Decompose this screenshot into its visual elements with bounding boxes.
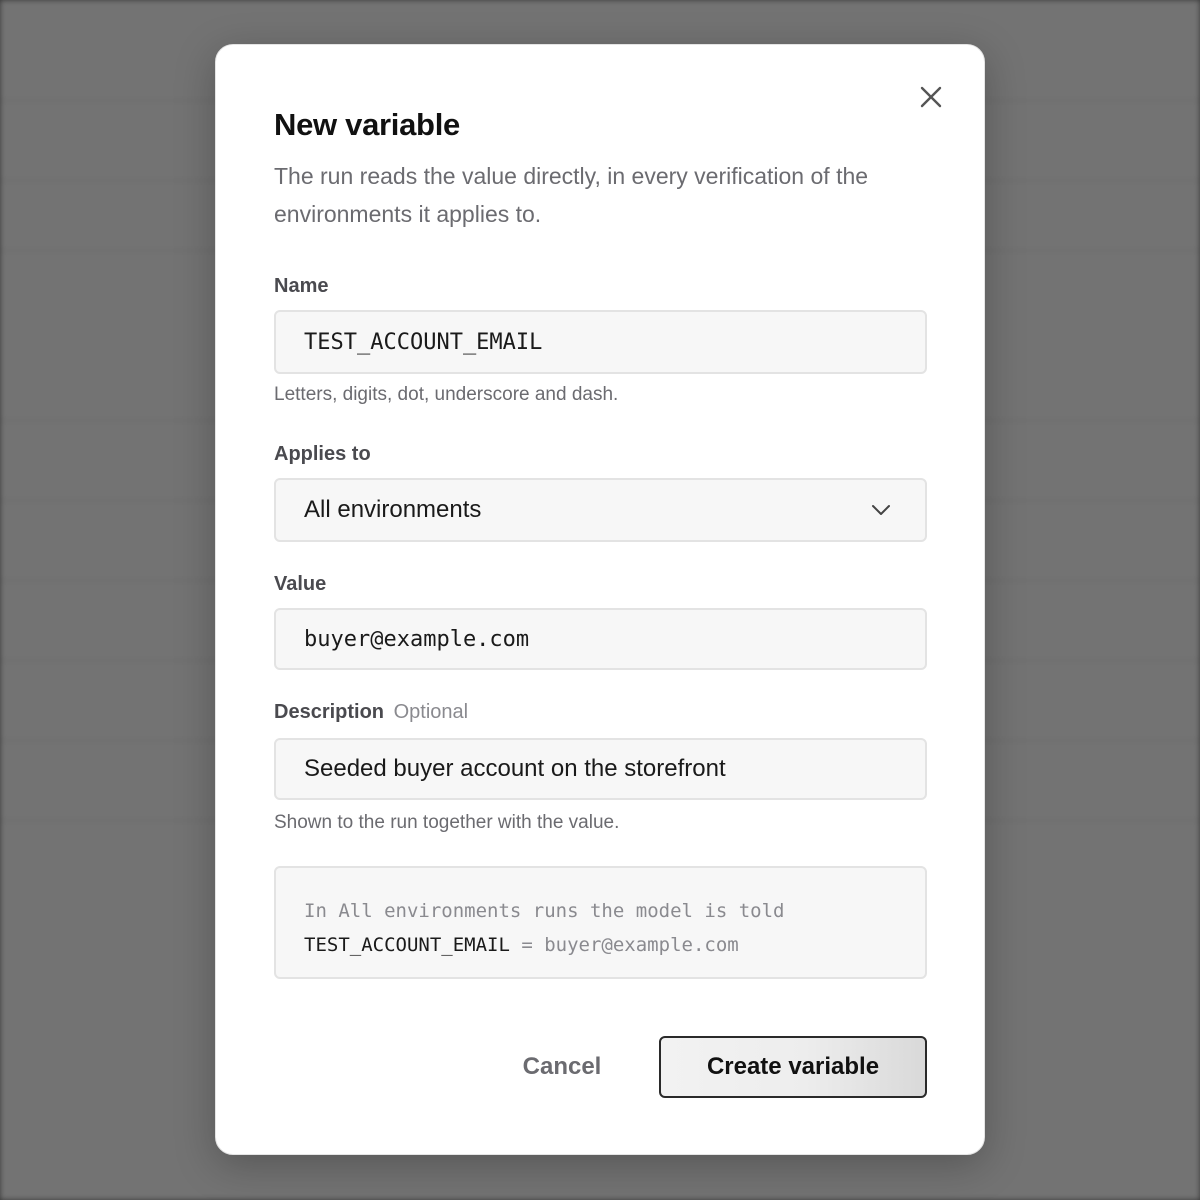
name-input[interactable]: TEST_ACCOUNT_EMAIL [274, 310, 927, 374]
preview-suffix: runs the model is told [521, 900, 785, 922]
preview-assignment-line: TEST_ACCOUNT_EMAIL = buyer@example.com [304, 928, 925, 962]
description-hint: Shown to the run together with the value… [274, 812, 620, 833]
new-variable-dialog: New variable The run reads the value dir… [215, 44, 985, 1155]
close-icon [920, 86, 942, 108]
preview-var-value: buyer@example.com [544, 934, 739, 956]
preview-prefix: In [304, 900, 339, 922]
preview-environment: All environments [338, 900, 522, 922]
value-label: Value [274, 573, 327, 595]
preview-var-name: TEST_ACCOUNT_EMAIL [304, 934, 510, 956]
applies-to-label: Applies to [274, 443, 371, 465]
create-variable-button[interactable]: Create variable [659, 1036, 927, 1098]
close-button[interactable] [913, 79, 949, 115]
cancel-button[interactable]: Cancel [502, 1037, 622, 1097]
name-hint: Letters, digits, dot, underscore and das… [274, 384, 619, 405]
applies-to-selected-value: All environments [304, 496, 482, 523]
variable-preview: In All environments runs the model is to… [274, 866, 927, 979]
applies-to-select[interactable]: All environments [274, 478, 927, 542]
name-label: Name [274, 275, 329, 297]
dialog-title: New variable [274, 107, 460, 142]
description-label: Description Optional [274, 701, 468, 724]
optional-tag: Optional [393, 701, 469, 723]
dialog-description: The run reads the value directly, in eve… [274, 163, 869, 227]
preview-separator: = [509, 934, 545, 956]
chevron-down-icon [872, 505, 890, 515]
value-input[interactable]: buyer@example.com [274, 608, 927, 670]
description-input[interactable]: Seeded buyer account on the storefront [274, 738, 927, 800]
preview-context-line: In All environments runs the model is to… [304, 894, 925, 928]
description-label-text: Description [274, 701, 385, 723]
